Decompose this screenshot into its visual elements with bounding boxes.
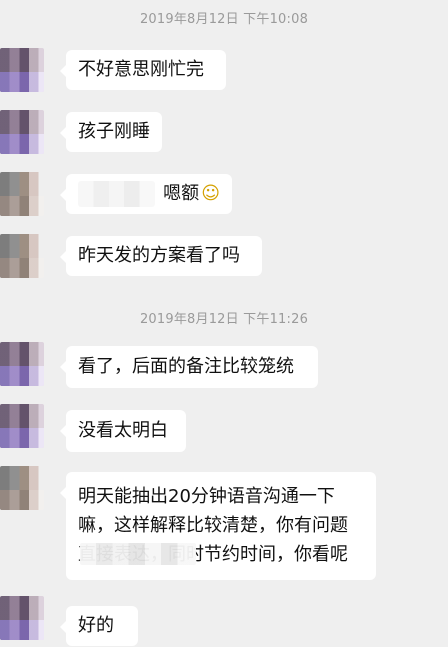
message-bubble: 明天能抽出20分钟语音沟通一下嘛，这样解释比较清楚，你有问题直接表达，同时节约时…: [60, 472, 376, 580]
message-bubble: 不好意思刚忙完: [60, 50, 226, 90]
sender-avatar[interactable]: [0, 234, 44, 278]
message-text: 看了，后面的备注比较笼统: [78, 356, 294, 377]
sender-avatar[interactable]: [0, 48, 44, 92]
sender-avatar[interactable]: [0, 596, 44, 640]
sender-avatar[interactable]: [0, 404, 44, 448]
message-text: 嗯额: [163, 183, 200, 204]
sender-avatar[interactable]: [0, 172, 44, 216]
chat-timestamp: 2019年8月12日 下午11:26: [139, 312, 309, 327]
message-text: 没看太明白: [78, 420, 168, 441]
message-text: 孩子刚睡: [78, 121, 150, 142]
message-bubble: 好的: [60, 606, 138, 646]
redacted-text: [78, 181, 156, 207]
message-bubble: 嗯额 ☺: [60, 174, 232, 214]
smile-emoji-icon: ☺: [201, 183, 220, 204]
redacted-text: [80, 543, 196, 565]
message-text: 好的: [78, 615, 114, 636]
message-text: 昨天发的方案看了吗: [78, 245, 240, 266]
sender-avatar[interactable]: [0, 342, 44, 386]
sender-avatar[interactable]: [0, 466, 44, 510]
message-bubble: 孩子刚睡: [60, 112, 162, 152]
sender-avatar[interactable]: [0, 110, 44, 154]
message-text: 不好意思刚忙完: [78, 59, 204, 80]
message-bubble: 昨天发的方案看了吗: [60, 236, 262, 276]
chat-timestamp: 2019年8月12日 下午10:08: [139, 12, 309, 27]
message-bubble: 看了，后面的备注比较笼统: [60, 346, 318, 388]
message-bubble: 没看太明白: [60, 410, 186, 452]
